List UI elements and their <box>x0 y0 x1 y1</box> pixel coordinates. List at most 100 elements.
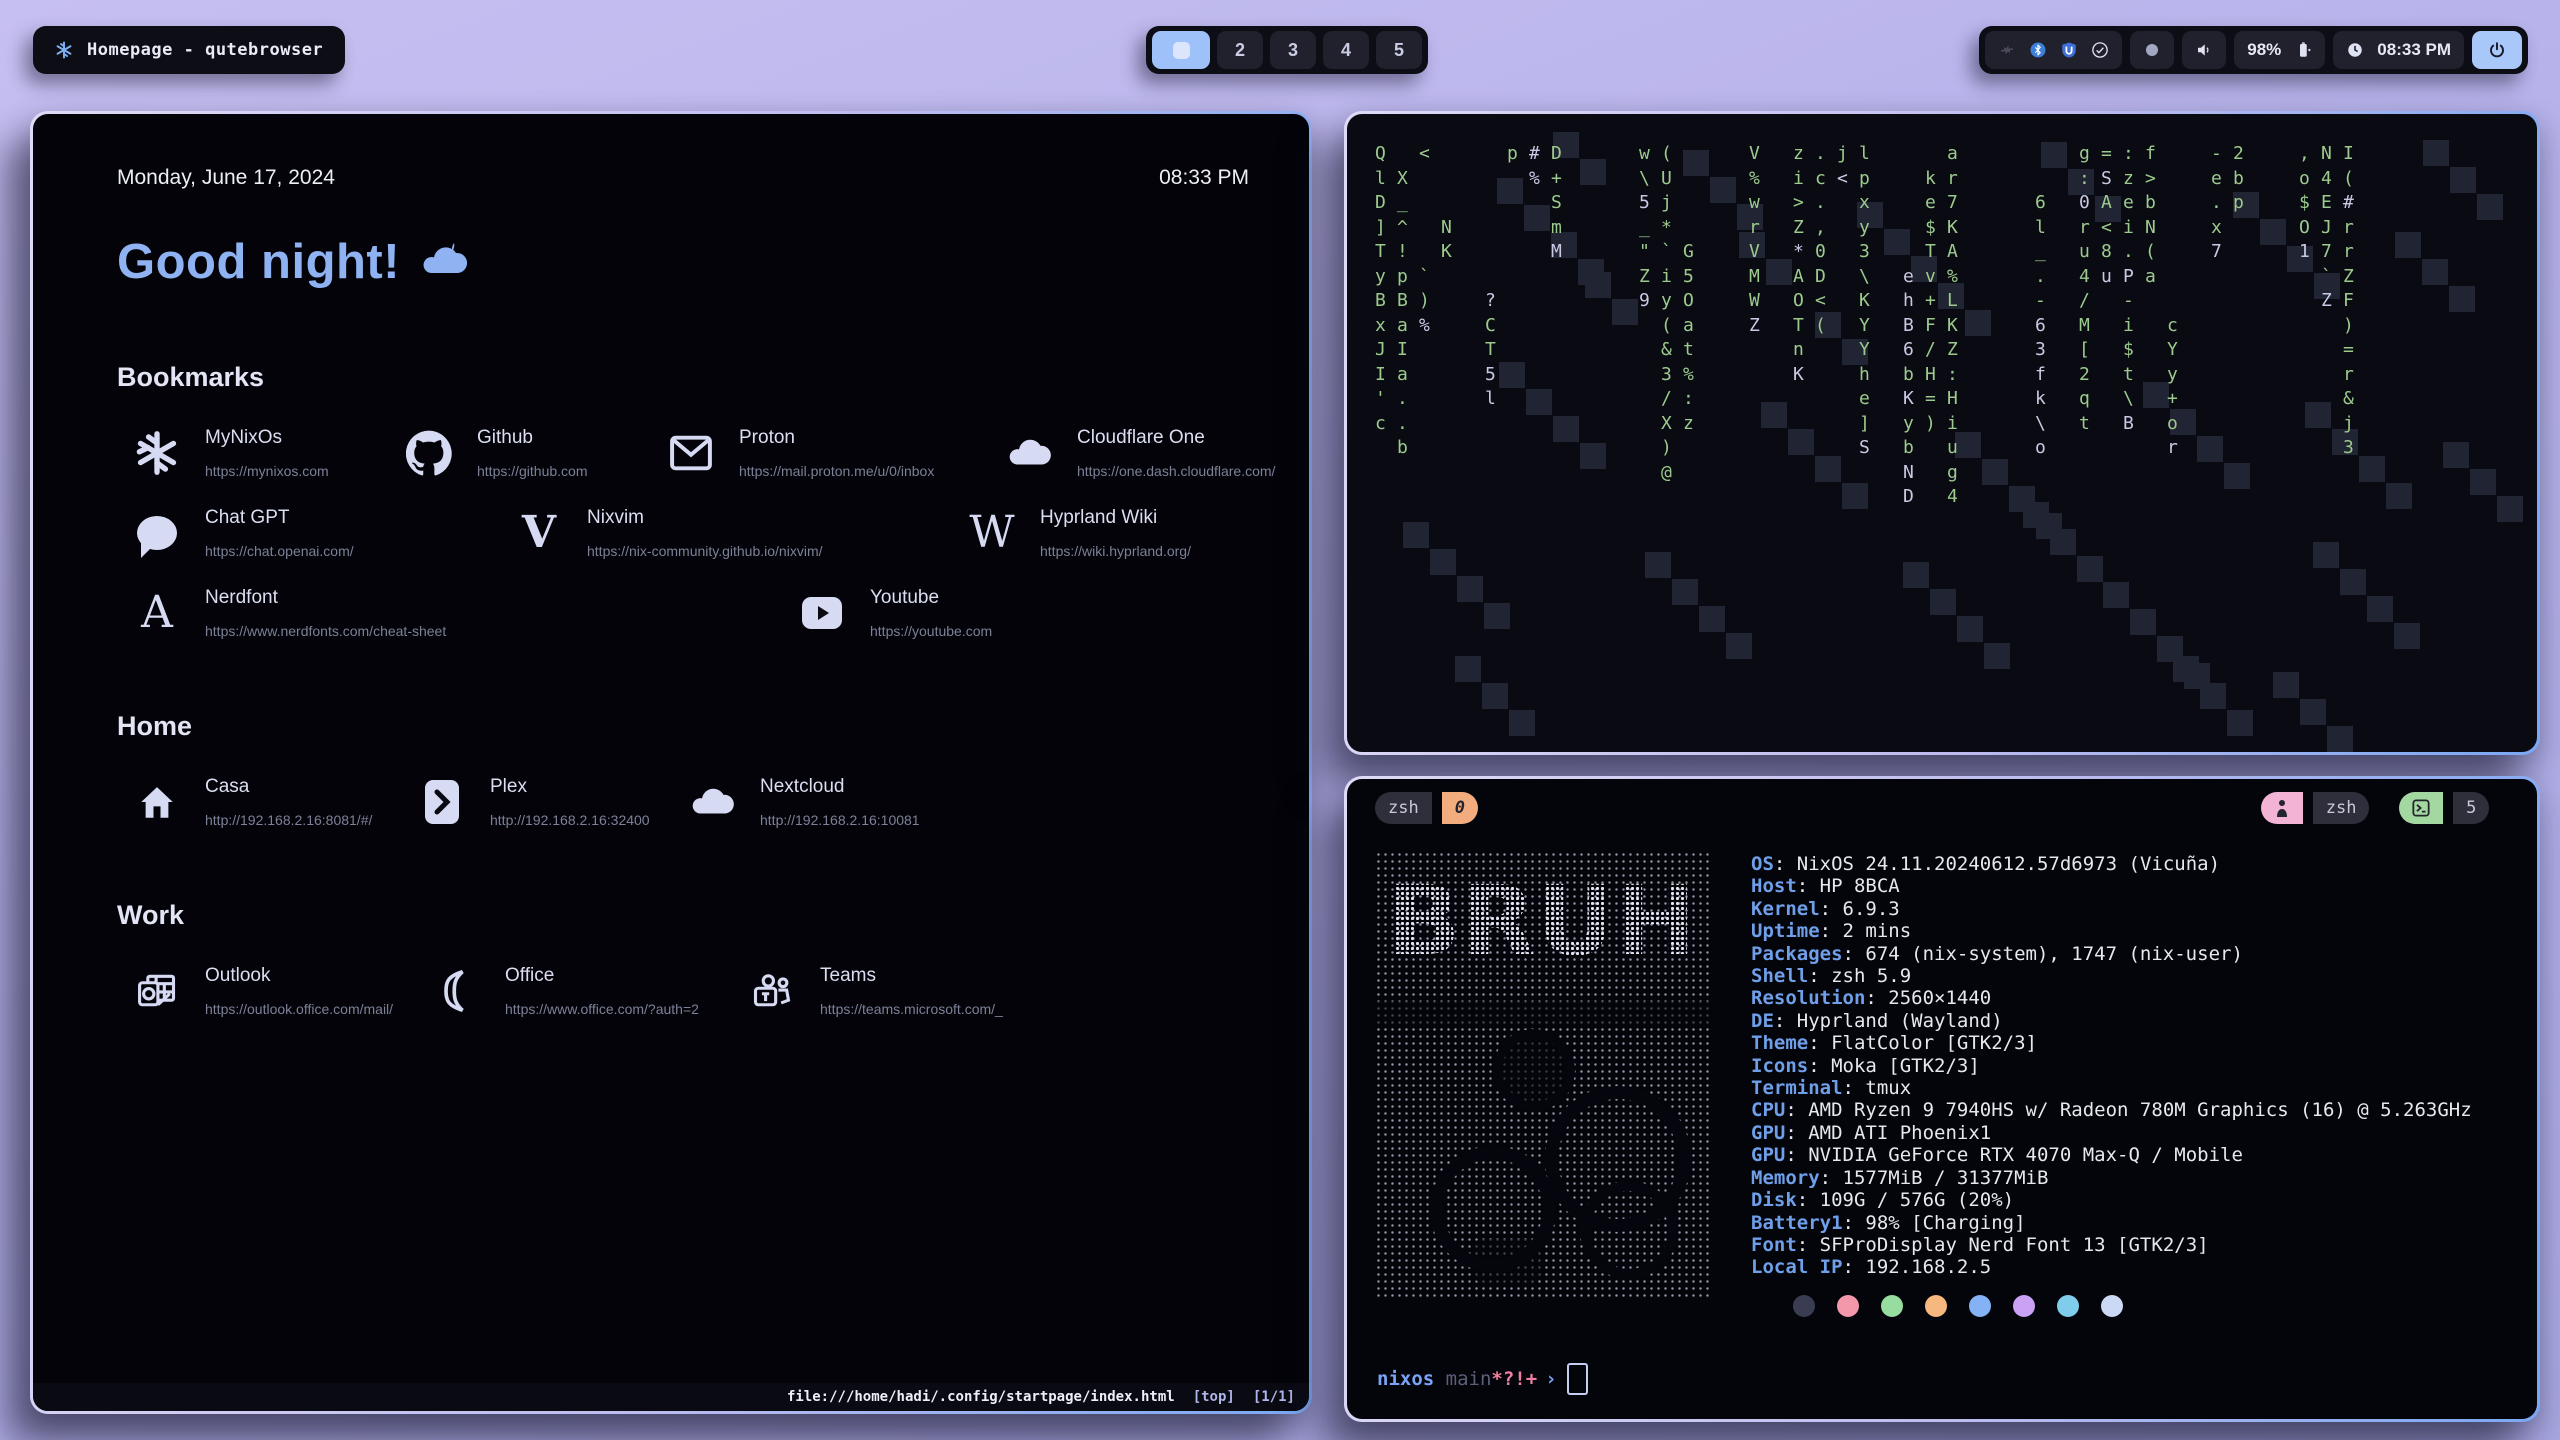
bookmark-title: Nixvim <box>587 507 823 529</box>
matrix-glyph: A <box>1947 242 1958 262</box>
matrix-trail-block <box>2497 496 2523 522</box>
matrix-trail-block <box>2041 142 2067 168</box>
fetch-label: Icons <box>1751 1055 1808 1077</box>
palette-dot <box>1837 1295 1859 1317</box>
shell-prompt[interactable]: nixos main *?!+ › <box>1377 1363 1588 1395</box>
matrix-glyph: ' <box>1375 389 1386 409</box>
prompt-host: nixos <box>1377 1368 1434 1390</box>
matrix-glyph: c <box>1375 414 1386 434</box>
matrix-glyph: " <box>1639 242 1650 262</box>
bookmark-chat-gpt[interactable]: Chat GPThttps://chat.openai.com/ <box>131 507 513 559</box>
matrix-trail-block <box>2260 219 2286 245</box>
shield-icon <box>2060 41 2078 59</box>
matrix-glyph: b <box>1903 438 1914 458</box>
matrix-glyph: ( <box>1661 144 1672 164</box>
matrix-glyph: t <box>2123 365 2134 385</box>
bookmark-casa[interactable]: Casahttp://192.168.2.16:8081/#/ <box>131 776 416 828</box>
tray-clock[interactable]: 08:33 PM <box>2333 31 2464 69</box>
bookmark-nerdfont[interactable]: ANerdfonthttps://www.nerdfonts.com/cheat… <box>131 587 796 639</box>
fetch-label: Host <box>1751 875 1797 897</box>
matrix-trail-block <box>2224 463 2250 489</box>
matrix-glyph: g <box>1947 463 1958 483</box>
tray-volume[interactable] <box>2182 31 2226 69</box>
matrix-glyph: N <box>1903 463 1914 483</box>
bookmark-row: Casahttp://192.168.2.16:8081/#/ Plexhttp:… <box>117 776 1249 828</box>
bookmark-hyprland-wiki[interactable]: WHyprland Wikihttps://wiki.hyprland.org/ <box>966 507 1249 559</box>
workspace-button-4[interactable]: 4 <box>1323 31 1369 69</box>
matrix-glyph: V <box>1749 144 1760 164</box>
matrix-glyph: + <box>2167 389 2178 409</box>
fetch-line-battery1: Battery1: 98% [Charging] <box>1751 1212 2472 1234</box>
bookmark-office[interactable]: Officehttps://www.office.com/?auth=2 <box>431 965 746 1017</box>
cloud-icon <box>686 776 738 828</box>
fetch-line-gpu: GPU: NVIDIA GeForce RTX 4070 Max-Q / Mob… <box>1751 1144 2472 1166</box>
matrix-trail-block <box>2200 683 2226 709</box>
matrix-glyph: - <box>2211 144 2222 164</box>
matrix-glyph: u <box>2079 242 2090 262</box>
bookmark-text: Nixvimhttps://nix-community.github.io/ni… <box>587 507 823 559</box>
terminal-cursor <box>1567 1363 1588 1395</box>
matrix-glyph: . <box>1397 389 1408 409</box>
matrix-glyph: i <box>1793 169 1804 189</box>
section-work: Work Outlookhttps://outlook.office.com/ma… <box>117 900 1249 1017</box>
matrix-glyph: Z <box>1947 340 1958 360</box>
matrix-glyph: l <box>1859 144 1870 164</box>
fetch-line-cpu: CPU: AMD Ryzen 9 7940HS w/ Radeon 780M G… <box>1751 1099 2472 1121</box>
matrix-glyph: K <box>1859 291 1870 311</box>
bookmark-mynixos[interactable]: MyNixOshttps://mynixos.com <box>131 427 403 479</box>
tray-record[interactable] <box>2130 31 2174 69</box>
matrix-trail-block <box>1403 522 1429 548</box>
matrix-glyph: h <box>1903 291 1914 311</box>
startpage: Monday, June 17, 2024 08:33 PM Good nigh… <box>33 114 1309 1017</box>
matrix-glyph: B <box>2123 414 2134 434</box>
tray-battery[interactable]: 98% <box>2234 31 2325 69</box>
bookmark-teams[interactable]: Teamshttps://teams.microsoft.com/_ <box>746 965 1249 1017</box>
workspace-button-2[interactable]: 2 <box>1217 31 1263 69</box>
bookmark-outlook[interactable]: Outlookhttps://outlook.office.com/mail/ <box>131 965 431 1017</box>
matrix-glyph: $ <box>2123 340 2134 360</box>
prompt-git-branch-text: main <box>1446 1368 1492 1390</box>
matrix-glyph: + <box>1925 291 1936 311</box>
tmux-terminal-window[interactable]: zsh0 zsh 5 BRUH OS: NixOS 24.11.20240612… <box>1344 776 2540 1422</box>
fetch-label: Battery1 <box>1751 1212 1843 1234</box>
workspace-button-1[interactable] <box>1152 31 1210 69</box>
bookmark-text: Nerdfonthttps://www.nerdfonts.com/cheat-… <box>205 587 446 639</box>
bookmark-youtube[interactable]: Youtubehttps://youtube.com <box>796 587 1249 639</box>
workspace-button-3[interactable]: 3 <box>1270 31 1316 69</box>
matrix-glyph: m <box>1551 218 1562 238</box>
bookmark-github[interactable]: Githubhttps://github.com <box>403 427 665 479</box>
tmux-session-right[interactable]: zsh 5 <box>2261 792 2509 824</box>
bookmark-proton[interactable]: Protonhttps://mail.proton.me/u/0/inbox <box>665 427 1003 479</box>
matrix-glyph: T <box>1485 340 1496 360</box>
qutebrowser-window[interactable]: Monday, June 17, 2024 08:33 PM Good nigh… <box>30 111 1312 1414</box>
bookmark-nixvim[interactable]: VNixvimhttps://nix-community.github.io/n… <box>513 507 966 559</box>
active-window-title[interactable]: Homepage - qutebrowser <box>33 26 345 74</box>
bookmark-nextcloud[interactable]: Nextcloudhttp://192.168.2.16:10081 <box>686 776 1249 828</box>
matrix-glyph: \ <box>1859 267 1870 287</box>
tray-status-icons[interactable] <box>1985 31 2122 69</box>
matrix-trail-block <box>1455 656 1481 682</box>
bookmark-title: Cloudflare One <box>1077 427 1275 449</box>
power-button[interactable] <box>2472 31 2522 69</box>
matrix-glyph: o <box>2167 414 2178 434</box>
matrix-glyph: J <box>1375 340 1386 360</box>
section-title: Work <box>117 900 1249 931</box>
fetch-line-de: DE: Hyprland (Wayland) <box>1751 1010 2472 1032</box>
matrix-trail-block <box>1585 272 1611 298</box>
matrix-glyph: G <box>1683 242 1694 262</box>
matrix-glyph: 3 <box>2343 438 2354 458</box>
mail-icon <box>665 427 717 479</box>
matrix-glyph: z <box>2123 169 2134 189</box>
bookmark-text: Plexhttp://192.168.2.16:32400 <box>490 776 650 828</box>
workspace-button-5[interactable]: 5 <box>1376 31 1422 69</box>
matrix-glyph: = <box>2343 340 2354 360</box>
matrix-glyph: ` <box>1661 242 1672 262</box>
matrix-trail-block <box>2130 609 2156 635</box>
fastfetch-info: OS: NixOS 24.11.20240612.57d6973 (Vicuña… <box>1751 853 2472 1279</box>
bookmark-plex[interactable]: Plexhttp://192.168.2.16:32400 <box>416 776 686 828</box>
workspace-switcher: 2345 <box>1146 26 1428 74</box>
bookmark-cloudflare-one[interactable]: Cloudflare Onehttps://one.dash.cloudflar… <box>1003 427 1275 479</box>
tmux-session-left[interactable]: zsh0 <box>1375 792 1498 824</box>
matrix-glyph: w <box>1749 193 1760 213</box>
cmatrix-terminal-window[interactable]: Q<p#Dw(Vz.jlag=:f-2,NIlX%+\U%ic<pkr:Sz>e… <box>1344 111 2540 755</box>
